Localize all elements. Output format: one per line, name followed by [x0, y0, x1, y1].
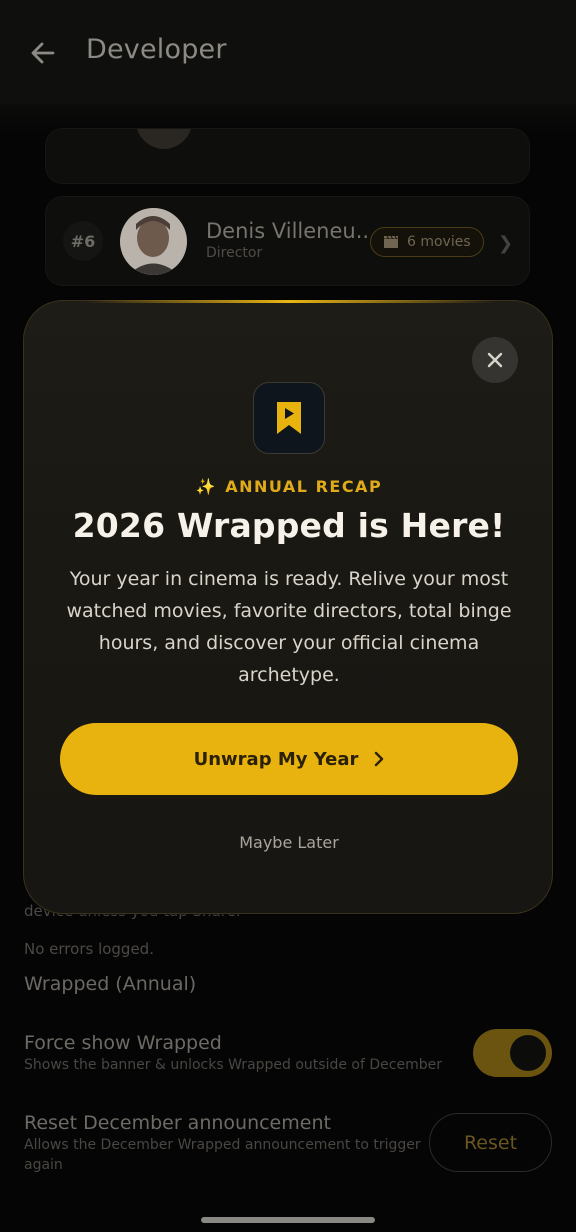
- errors-status: No errors logged.: [24, 940, 154, 958]
- section-title-wrapped: Wrapped (Annual): [24, 973, 197, 995]
- bookmark-play-icon-tile: [253, 382, 325, 454]
- back-button[interactable]: [26, 36, 60, 70]
- page-title: Developer: [86, 34, 227, 65]
- person-role: Director: [206, 245, 263, 261]
- reset-announcement-desc-1: Allows the December Wrapped announcement…: [24, 1137, 421, 1153]
- chevron-right-icon: ❯: [498, 233, 514, 254]
- dialog-body: Your year in cinema is ready. Relive you…: [66, 568, 512, 686]
- chevron-right-icon: [375, 751, 384, 767]
- avatar: [136, 129, 192, 149]
- arrow-left-icon: [31, 42, 55, 64]
- reset-announcement-desc-2: again: [24, 1157, 63, 1173]
- movies-count-badge: 6 movies: [370, 227, 484, 257]
- maybe-later-button[interactable]: Maybe Later: [24, 833, 554, 852]
- close-button[interactable]: [472, 337, 518, 383]
- avatar: [120, 208, 187, 275]
- close-icon: [487, 352, 503, 368]
- toggle-knob: [510, 1035, 546, 1071]
- list-item[interactable]: #6 Denis Villeneu... Director 6 movies ❯: [45, 196, 530, 286]
- home-indicator[interactable]: [201, 1217, 375, 1223]
- clapperboard-icon: [384, 235, 398, 248]
- person-name: Denis Villeneu...: [206, 219, 376, 243]
- bookmark-play-icon: [277, 402, 301, 434]
- movies-count-label: 6 movies: [407, 234, 471, 250]
- top-glow: [84, 300, 494, 303]
- eyebrow-label: ✨ ANNUAL RECAP: [24, 477, 554, 496]
- eyebrow-text: ANNUAL RECAP: [225, 477, 383, 496]
- unwrap-my-year-button[interactable]: Unwrap My Year: [60, 723, 518, 795]
- force-show-toggle[interactable]: [473, 1029, 552, 1077]
- reset-announcement-title: Reset December announcement: [24, 1112, 331, 1134]
- force-show-title: Force show Wrapped: [24, 1032, 222, 1054]
- dialog-title: 2026 Wrapped is Here!: [72, 506, 506, 545]
- force-show-desc: Shows the banner & unlocks Wrapped outsi…: [24, 1057, 442, 1073]
- list-item[interactable]: [45, 128, 530, 184]
- cta-label: Unwrap My Year: [193, 748, 359, 770]
- sparkles-icon: ✨: [195, 477, 218, 496]
- reset-button[interactable]: Reset: [429, 1113, 552, 1172]
- wrapped-announcement-dialog: ✨ ANNUAL RECAP 2026 Wrapped is Here! Your…: [23, 300, 553, 914]
- app-bar: Developer: [0, 0, 576, 104]
- rank-badge: #6: [63, 221, 103, 261]
